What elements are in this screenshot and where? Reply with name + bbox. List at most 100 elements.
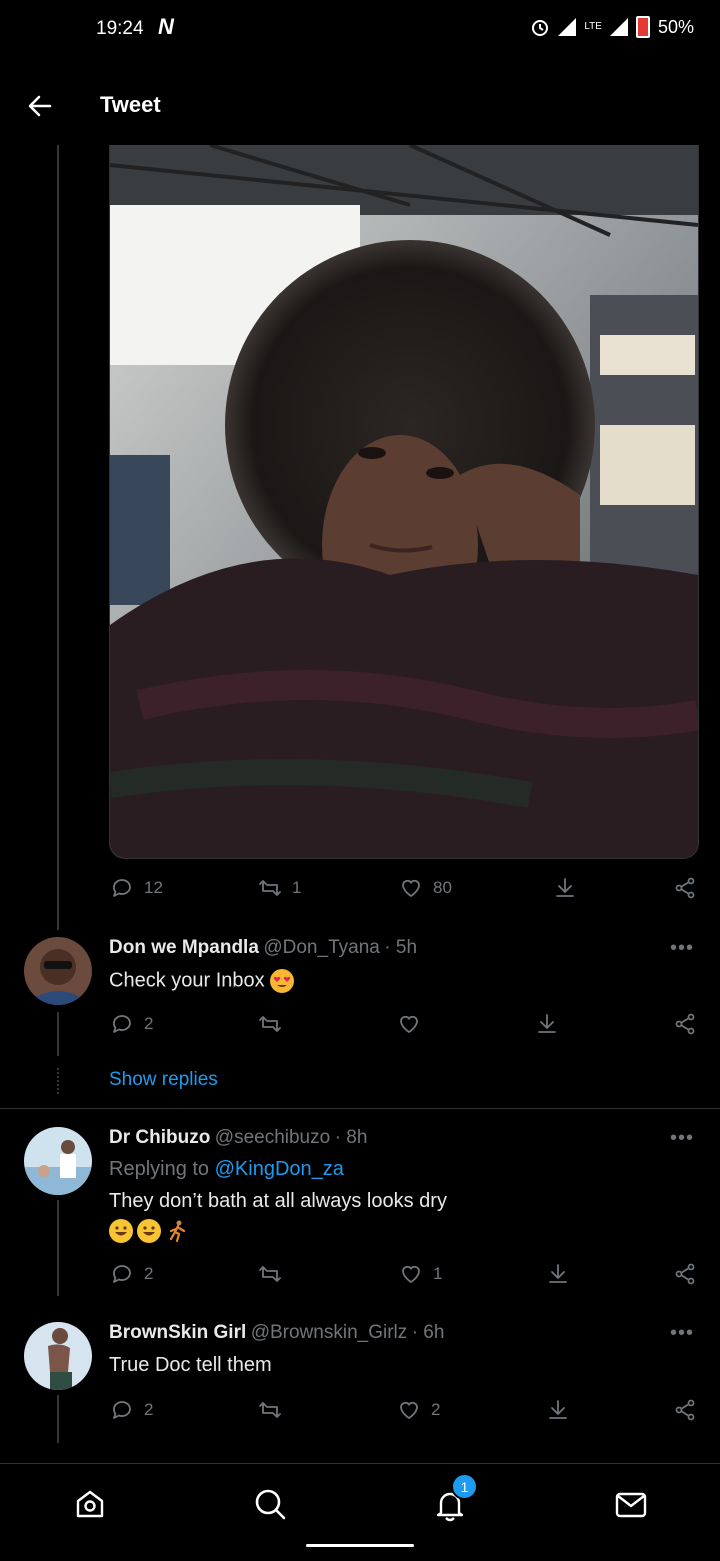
- heart-eyes-emoji: [270, 969, 295, 993]
- download-icon: [549, 1264, 567, 1283]
- back-button[interactable]: [22, 88, 58, 124]
- share-icon: [675, 1013, 695, 1035]
- home-tab[interactable]: [70, 1484, 110, 1524]
- avatar-image: [24, 1322, 92, 1390]
- reply-count: 2: [144, 1264, 154, 1283]
- reply-header: Dr Chibuzo @seechibuzo · 8h: [109, 1127, 367, 1149]
- like-action[interactable]: 1: [399, 1262, 442, 1286]
- retweet-icon: [259, 1016, 281, 1032]
- status-time: 19:24: [96, 18, 144, 39]
- reply-action[interactable]: 2: [110, 1262, 153, 1286]
- thread-connector: [57, 1200, 59, 1296]
- reply-action[interactable]: 12: [110, 876, 163, 900]
- share-action[interactable]: [673, 876, 697, 900]
- reply-text: Check your Inbox: [109, 969, 265, 992]
- display-name[interactable]: Don we Mpandla: [109, 937, 259, 958]
- like-action[interactable]: 80: [399, 876, 452, 900]
- timestamp: · 8h: [334, 1127, 368, 1148]
- download-action[interactable]: [535, 1012, 559, 1036]
- display-name[interactable]: Dr Chibuzo: [109, 1127, 210, 1148]
- reply-icon: [113, 1015, 131, 1033]
- like-action[interactable]: 2: [397, 1398, 440, 1422]
- status-bar: 19:24 N LTE 50%: [0, 0, 720, 62]
- retweet-action[interactable]: [258, 1262, 282, 1286]
- share-icon: [675, 877, 695, 899]
- like-count: 80: [433, 878, 452, 897]
- alarm-icon: [532, 20, 549, 36]
- retweet-icon: [259, 1402, 281, 1418]
- avatar-image: [24, 1127, 92, 1195]
- timestamp: · 6h: [411, 1322, 445, 1343]
- replying-to-handle[interactable]: @KingDon_za: [215, 1158, 344, 1180]
- show-replies-link[interactable]: Show replies: [109, 1069, 218, 1091]
- download-icon: [538, 1014, 556, 1033]
- avatar[interactable]: [24, 1127, 92, 1195]
- retweet-action[interactable]: 1: [258, 876, 301, 900]
- like-count: 2: [431, 1400, 441, 1419]
- user-handle[interactable]: @Brownskin_Girlz: [251, 1322, 408, 1343]
- reply-count: 12: [144, 878, 163, 897]
- notification-app-icon: N: [158, 14, 174, 39]
- reply-text-block: Check your Inbox: [109, 969, 295, 993]
- retweet-icon: [259, 1266, 281, 1282]
- download-action[interactable]: [553, 876, 577, 900]
- user-handle[interactable]: @Don_Tyana: [263, 937, 379, 958]
- reply-action[interactable]: 2: [110, 1012, 153, 1036]
- reply-action[interactable]: 2: [110, 1398, 153, 1422]
- timestamp: · 5h: [384, 937, 418, 958]
- more-options-button[interactable]: •••: [670, 1322, 694, 1345]
- tweet-photo[interactable]: [109, 145, 699, 859]
- download-action[interactable]: [546, 1398, 570, 1422]
- avatar[interactable]: [24, 1322, 92, 1390]
- download-action[interactable]: [546, 1262, 570, 1286]
- share-action[interactable]: [673, 1262, 697, 1286]
- search-icon: [255, 1489, 286, 1520]
- retweet-action[interactable]: [258, 1012, 282, 1036]
- divider: [0, 1108, 720, 1109]
- avatar[interactable]: [24, 937, 92, 1005]
- status-icons: LTE 50%: [530, 16, 694, 38]
- messages-icon: [615, 1492, 647, 1518]
- messages-tab[interactable]: [611, 1484, 651, 1524]
- more-options-button[interactable]: •••: [670, 937, 694, 960]
- reply-count: 2: [144, 1014, 154, 1033]
- reply-count: 2: [144, 1400, 154, 1419]
- display-name[interactable]: BrownSkin Girl: [109, 1322, 246, 1343]
- reply-icon: [113, 1265, 131, 1283]
- avatar-image: [24, 937, 92, 1005]
- like-action[interactable]: [397, 1012, 421, 1036]
- heart-icon: [402, 879, 420, 898]
- download-icon: [556, 878, 574, 897]
- home-indicator[interactable]: [306, 1544, 414, 1547]
- search-tab[interactable]: [250, 1484, 290, 1524]
- selfie-photo: [110, 145, 698, 858]
- retweet-count: 1: [292, 878, 302, 897]
- share-icon: [675, 1263, 695, 1285]
- runner-emoji: [165, 1219, 189, 1243]
- share-action[interactable]: [673, 1398, 697, 1422]
- page-title: Tweet: [100, 92, 161, 117]
- home-icon: [76, 1490, 104, 1518]
- share-action[interactable]: [673, 1012, 697, 1036]
- heart-icon: [402, 1265, 420, 1284]
- share-icon: [675, 1399, 695, 1421]
- thread-connector: [57, 1395, 59, 1443]
- retweet-action[interactable]: [258, 1398, 282, 1422]
- thread-connector: [57, 1012, 59, 1056]
- download-icon: [549, 1400, 567, 1419]
- retweet-icon: [259, 880, 281, 896]
- reply-text: They don’t bath at all always looks dry: [109, 1190, 447, 1212]
- more-options-button[interactable]: •••: [670, 1127, 694, 1150]
- top-app-bar: Tweet: [0, 70, 720, 144]
- notification-badge: 1: [451, 1473, 478, 1500]
- network-type: LTE: [584, 21, 602, 32]
- user-handle[interactable]: @seechibuzo: [215, 1127, 330, 1148]
- battery-percent: 50%: [657, 16, 694, 37]
- thread-dotted-connector: [57, 1068, 59, 1094]
- thread-connector: [57, 145, 59, 930]
- back-arrow-icon: [28, 95, 52, 117]
- reply-icon: [113, 879, 131, 897]
- heart-icon: [400, 1015, 418, 1034]
- emoji-row: [109, 1219, 189, 1243]
- reply-header: Don we Mpandla @Don_Tyana · 5h: [109, 937, 417, 959]
